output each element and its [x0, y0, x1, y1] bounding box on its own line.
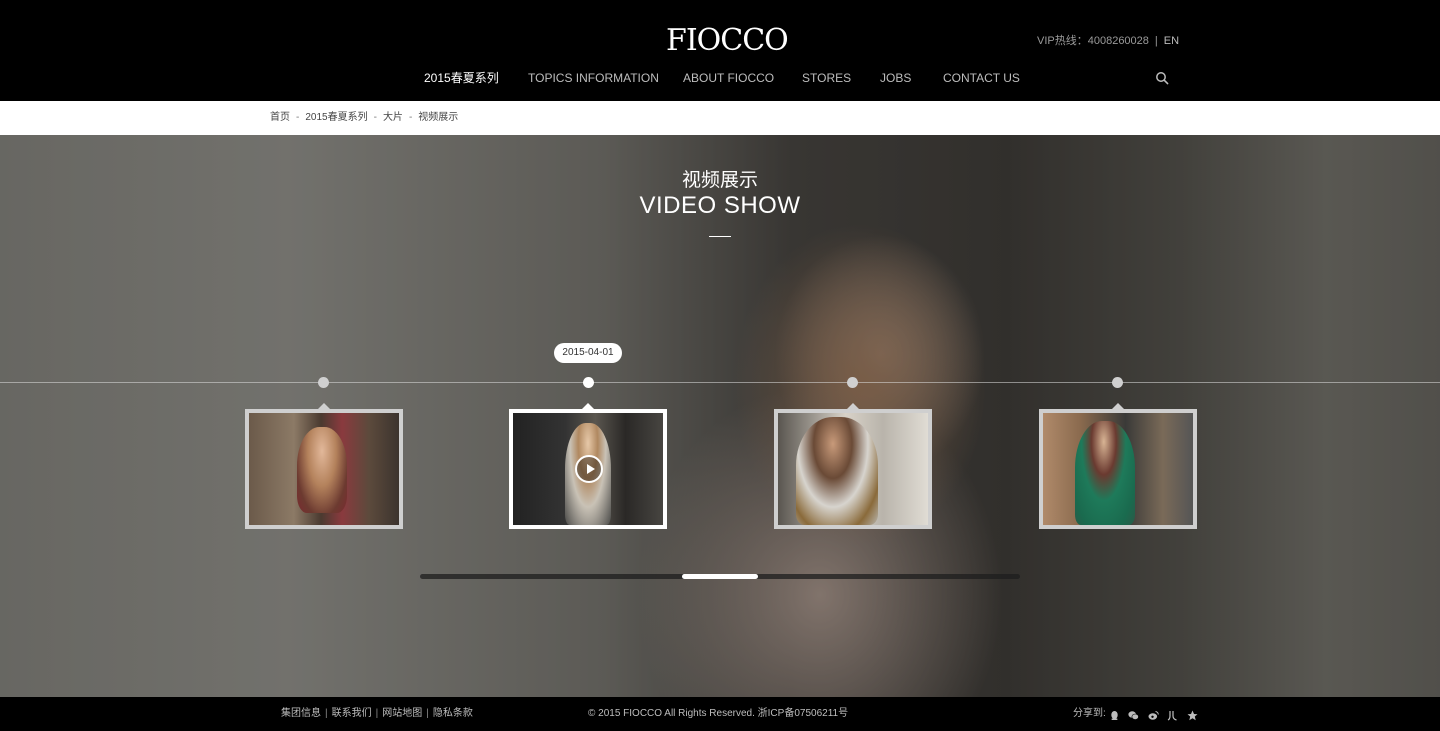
thumb-pointer — [1039, 401, 1197, 409]
nav-item-about[interactable]: ABOUT FIOCCO — [683, 70, 774, 86]
breadcrumb: 首页 -2015春夏系列 - 大片 - 视频展示 — [270, 112, 458, 124]
timeline-dot[interactable] — [847, 377, 858, 388]
header: FIOCCO VIP热线：4008260028 | EN 2015春夏系列 TOPI… — [0, 0, 1440, 101]
breadcrumb-separator: - — [296, 112, 300, 123]
footer-link-sitemap[interactable]: 网站地图 — [382, 708, 422, 719]
footer-separator: | — [375, 708, 379, 719]
section-title-cn: 视频展示 — [681, 170, 758, 191]
footer-links: 集团信息 | 联系我们 | 网站地图 | 隐私条款 — [281, 708, 473, 720]
breadcrumb-separator: - — [408, 112, 413, 123]
footer-link-contact[interactable]: 联系我们 — [332, 708, 372, 719]
weibo-icon[interactable] — [1148, 710, 1159, 721]
timeline-dot-active[interactable] — [583, 377, 594, 388]
breadcrumb-collection[interactable]: 2015春夏系列 — [305, 112, 367, 123]
section-title-en: VIDEO SHOW — [639, 192, 801, 219]
timeline-date-label: 2015-04-01 — [554, 343, 622, 363]
timeline-dot[interactable] — [318, 377, 329, 388]
nav-item-jobs[interactable]: JOBS — [880, 70, 911, 86]
breadcrumb-separator: - — [373, 112, 377, 123]
footer-link-privacy[interactable]: 隐私条款 — [433, 708, 473, 719]
video-thumbnail[interactable] — [1039, 409, 1197, 529]
share-label: 分享到: — [1073, 708, 1106, 719]
footer-separator: | — [426, 708, 429, 719]
video-thumbnail[interactable] — [245, 409, 403, 529]
nav-item-topics-information[interactable]: TOPICS INFORMATION — [528, 70, 659, 86]
vip-hotline-bar: VIP热线：4008260028 | EN — [1037, 34, 1179, 48]
qq-icon[interactable] — [1109, 710, 1120, 721]
main-nav: 2015春夏系列 TOPICS INFORMATION ABOUT FIOCCO… — [0, 70, 1440, 88]
separator: | — [1154, 35, 1158, 47]
play-icon[interactable] — [575, 455, 603, 483]
wechat-icon[interactable] — [1128, 710, 1140, 721]
breadcrumb-editorial[interactable]: 大片 — [383, 112, 403, 123]
language-switch-en[interactable]: EN — [1164, 35, 1179, 47]
video-thumbnail-active[interactable] — [509, 409, 667, 529]
footer-link-group-info[interactable]: 集团信息 — [281, 708, 321, 719]
footer: 集团信息 | 联系我们 | 网站地图 | 隐私条款 © 2015 FIOCCO All Ri… — [0, 697, 1440, 731]
logo[interactable]: FIOCCO — [666, 24, 789, 58]
copyright: © 2015 FIOCCO All Rights Reserved. 浙ICP备… — [588, 708, 849, 719]
breadcrumb-home[interactable]: 首页 — [270, 112, 290, 123]
video-thumbnail[interactable] — [774, 409, 932, 529]
thumb-pointer-active — [509, 401, 667, 409]
breadcrumb-current: 视频展示 — [418, 112, 459, 123]
timeline-dot[interactable] — [1112, 377, 1123, 388]
nav-item-stores[interactable]: STORES — [802, 70, 851, 86]
vip-hotline: VIP热线：4008260028 — [1037, 35, 1149, 47]
nav-item-collection[interactable]: 2015春夏系列 — [424, 70, 499, 86]
footer-separator: | — [325, 708, 328, 719]
share-icons — [1109, 707, 1202, 721]
timeline-line — [0, 382, 1440, 383]
thumbnail-image — [249, 413, 399, 525]
thumbnail-image — [1043, 413, 1193, 525]
renren-icon[interactable] — [1167, 710, 1178, 721]
scrollbar-thumb[interactable] — [682, 574, 758, 579]
breadcrumb-bar: 首页 -2015春夏系列 - 大片 - 视频展示 — [0, 101, 1440, 135]
timeline-scrollbar[interactable] — [420, 574, 1020, 579]
thumb-pointer — [774, 401, 932, 409]
thumbnail-image — [778, 413, 928, 525]
search-icon[interactable] — [1155, 71, 1169, 85]
title-divider — [709, 236, 731, 237]
thumb-pointer — [245, 401, 403, 409]
star-icon[interactable] — [1187, 710, 1198, 721]
nav-item-contact-us[interactable]: CONTACT US — [943, 70, 1020, 86]
video-show-stage: 视频展示 VIDEO SHOW 2015-04-01 — [0, 135, 1440, 697]
